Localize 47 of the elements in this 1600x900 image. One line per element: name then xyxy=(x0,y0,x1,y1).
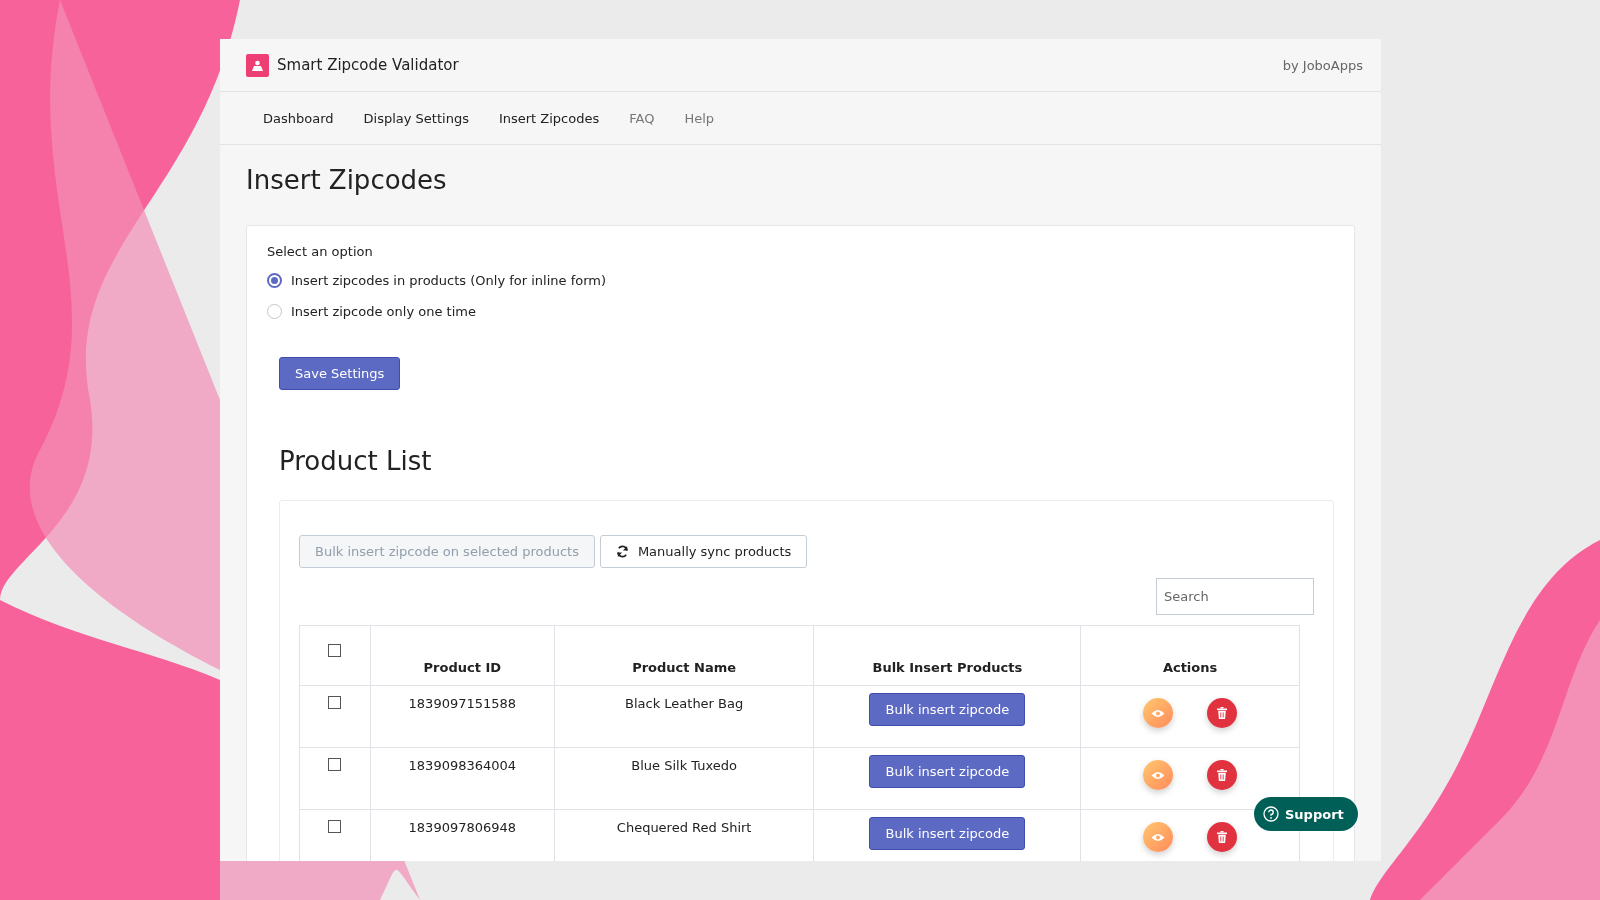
column-header: Actions xyxy=(1162,660,1218,675)
trash-icon xyxy=(1217,707,1228,719)
row-checkbox[interactable] xyxy=(328,820,342,833)
bulk-insert-button[interactable]: Bulk insert zipcode xyxy=(869,755,1026,788)
select-all-checkbox[interactable] xyxy=(328,644,342,657)
radio-label: Insert zipcodes in products (Only for inline form) xyxy=(291,273,607,288)
product-id: 1839098364004 xyxy=(408,758,517,773)
nav-link[interactable]: Display Settings xyxy=(363,110,469,126)
app-title: Smart Zipcode Validator xyxy=(277,56,459,74)
product-id: 1839097806948 xyxy=(408,820,517,835)
eye-icon xyxy=(1151,708,1166,718)
save-settings-button[interactable]: Save Settings xyxy=(279,357,401,390)
trash-icon xyxy=(1217,769,1228,781)
column-header: Bulk Insert Products xyxy=(872,660,1023,675)
search-field[interactable]: Search xyxy=(1156,578,1314,615)
column-header: Product Name xyxy=(632,660,737,675)
sync-icon xyxy=(615,545,629,558)
row-checkbox[interactable] xyxy=(328,696,342,709)
app-logo-icon xyxy=(246,53,269,77)
eye-icon xyxy=(1151,832,1166,842)
radio-button[interactable] xyxy=(267,273,282,288)
vendor-credit: by JoboApps xyxy=(1282,57,1363,73)
product-name: Black Leather Bag xyxy=(625,696,744,711)
product-name: Blue Silk Tuxedo xyxy=(631,758,737,773)
bulk-insert-button[interactable]: Bulk insert zipcode xyxy=(869,817,1026,850)
nav-link[interactable]: FAQ xyxy=(629,110,655,126)
nav-link[interactable]: Dashboard xyxy=(263,110,334,126)
bulk-insert-button[interactable]: Bulk insert zipcode xyxy=(869,693,1026,726)
delete-button[interactable] xyxy=(1207,760,1238,790)
support-button[interactable]: Support xyxy=(1254,797,1358,831)
delete-button[interactable] xyxy=(1207,698,1238,728)
column-header: Product ID xyxy=(423,660,502,675)
radio-label: Insert zipcode only one time xyxy=(291,304,476,319)
help-icon xyxy=(1263,806,1279,822)
eye-icon xyxy=(1151,770,1166,780)
delete-button[interactable] xyxy=(1207,822,1238,852)
page-title: Insert Zipcodes xyxy=(246,165,448,195)
product-name: Chequered Red Shirt xyxy=(616,820,752,835)
nav-link[interactable]: Insert Zipcodes xyxy=(498,110,600,126)
product-id: 1839097151588 xyxy=(408,696,517,711)
toolbar-button[interactable]: Manually sync products xyxy=(599,535,808,568)
nav-link[interactable]: Help xyxy=(684,110,715,126)
row-checkbox[interactable] xyxy=(328,758,342,771)
section-title: Product List xyxy=(279,446,433,476)
radio-button[interactable] xyxy=(267,304,282,319)
trash-icon xyxy=(1217,831,1228,843)
option-label: Select an option xyxy=(267,244,374,259)
